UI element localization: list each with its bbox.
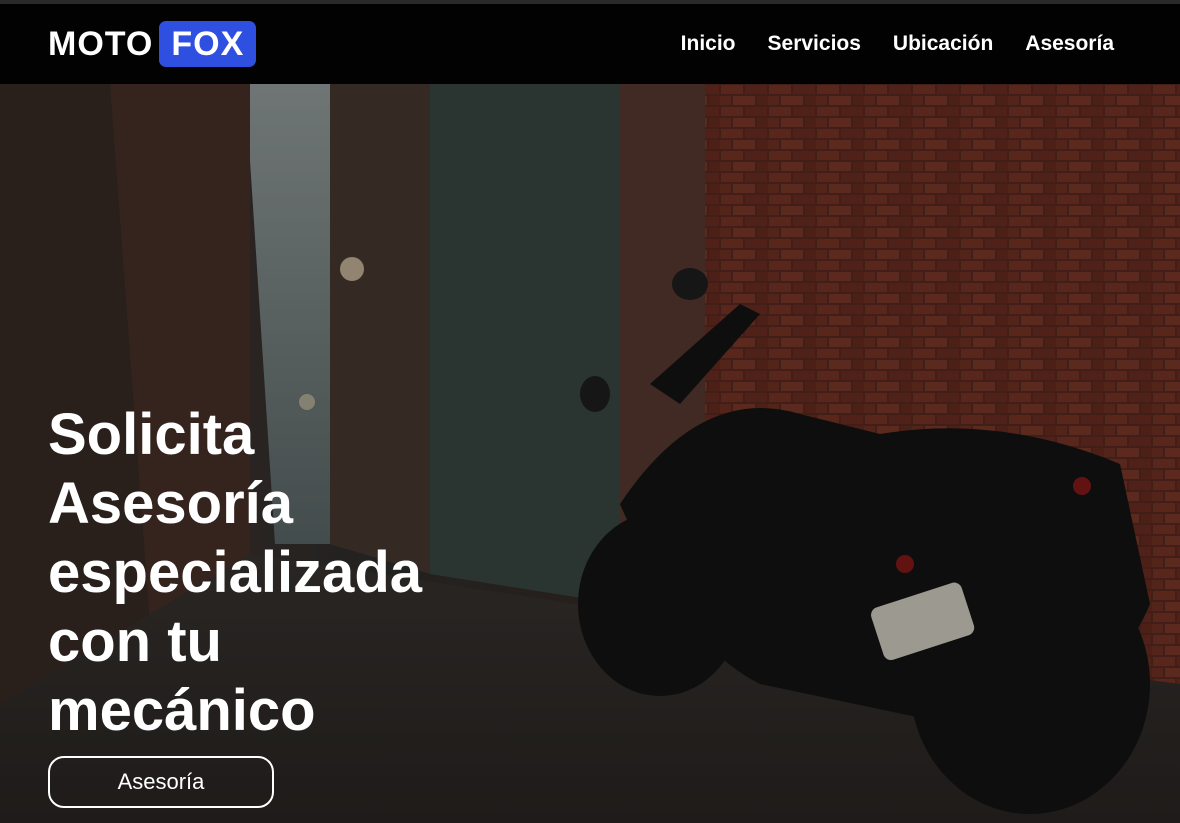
nav-item-servicios[interactable]: Servicios bbox=[768, 32, 861, 56]
headline-line: Solicita bbox=[48, 402, 255, 467]
nav-item-inicio[interactable]: Inicio bbox=[681, 32, 736, 56]
hero-headline: Solicita Asesoría especializada con tu m… bbox=[48, 400, 468, 745]
asesoria-button[interactable]: Asesoría bbox=[48, 756, 274, 808]
headline-line: con tu bbox=[48, 609, 222, 674]
logo-fox-badge: FOX bbox=[159, 21, 257, 67]
nav-item-ubicacion[interactable]: Ubicación bbox=[893, 32, 993, 56]
main-nav: Inicio Servicios Ubicación Asesoría bbox=[681, 32, 1114, 56]
site-header: MOTO FOX Inicio Servicios Ubicación Ases… bbox=[0, 4, 1180, 84]
logo-moto-text: MOTO bbox=[48, 25, 154, 63]
headline-line: Asesoría bbox=[48, 471, 294, 536]
headline-line: especializada bbox=[48, 540, 422, 605]
nav-item-asesoria[interactable]: Asesoría bbox=[1025, 32, 1114, 56]
hero-section: Solicita Asesoría especializada con tu m… bbox=[0, 84, 1180, 823]
headline-line: mecánico bbox=[48, 678, 316, 743]
logo[interactable]: MOTO FOX bbox=[48, 21, 257, 67]
